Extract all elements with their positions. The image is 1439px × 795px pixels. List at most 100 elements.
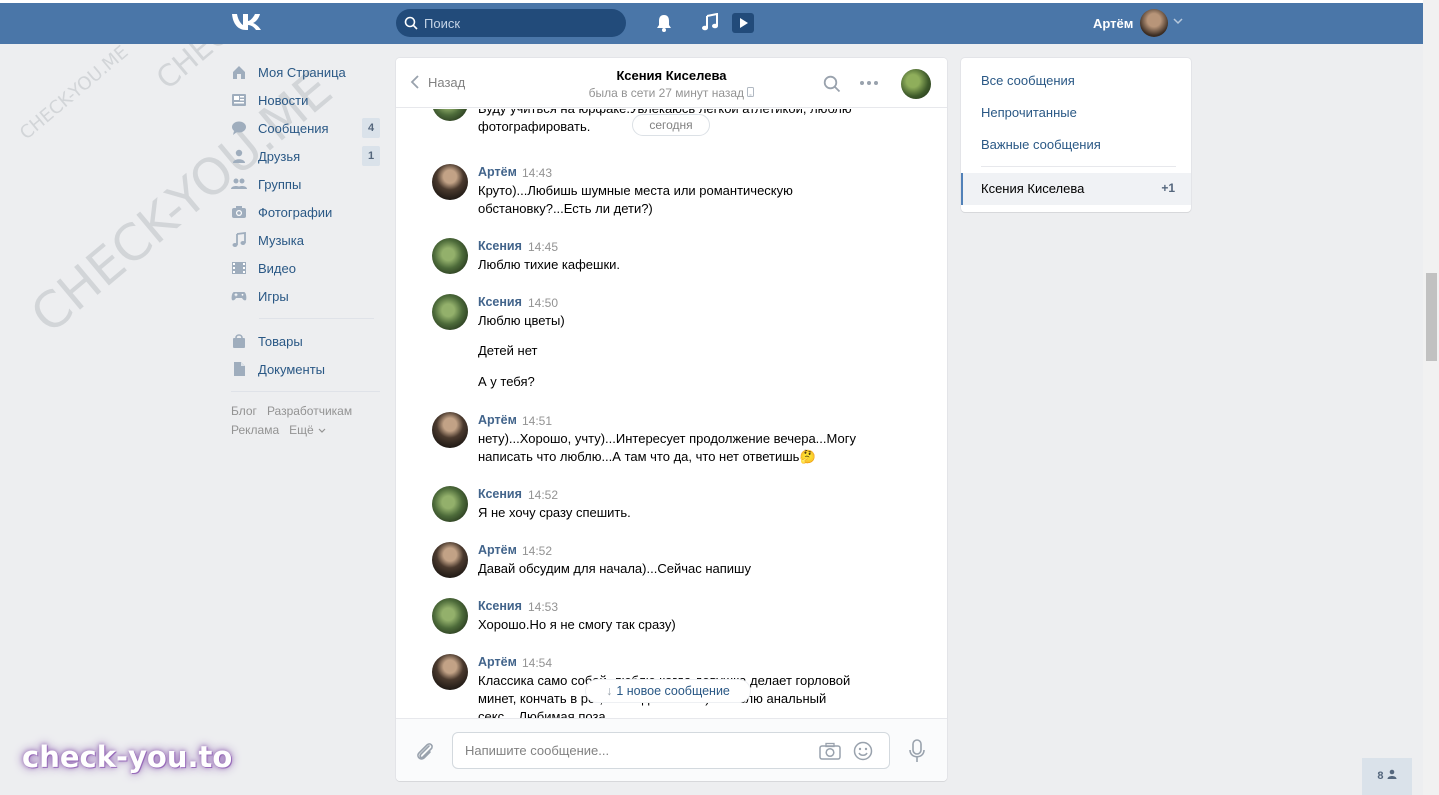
brand-watermark: check-you.to <box>22 740 233 774</box>
sidebar-item-photos[interactable]: Фотографии <box>229 198 384 226</box>
message-author[interactable]: Ксения <box>478 487 522 501</box>
online-count: 8 <box>1377 770 1384 782</box>
messages-count-badge[interactable]: 4 <box>362 118 380 138</box>
sidebar-item-label: Музыка <box>258 232 304 248</box>
avatar[interactable] <box>432 238 468 274</box>
filter-unread[interactable]: Непрочитанные <box>981 105 1077 120</box>
paperclip-icon[interactable] <box>415 740 435 762</box>
message-time[interactable]: 14:43 <box>522 166 552 180</box>
new-messages-label: 1 новое сообщение <box>616 684 730 698</box>
sidebar-item-label: Документы <box>258 361 326 377</box>
play-icon[interactable] <box>731 12 755 34</box>
sidebar-item-documents[interactable]: Документы <box>229 355 384 383</box>
menu-divider <box>259 318 374 319</box>
microphone-icon[interactable] <box>908 739 926 763</box>
message-author[interactable]: Артём <box>478 655 517 669</box>
sidebar-item-label: Фотографии <box>258 204 333 220</box>
vk-logo[interactable] <box>231 11 265 33</box>
friends-icon <box>233 149 245 163</box>
chat-panel: Назад Ксения Киселева была в сети 27 мин… <box>396 58 947 781</box>
peer-status-text: была в сети 27 минут назад <box>588 86 745 100</box>
sidebar-item-music[interactable]: Музыка <box>229 226 384 254</box>
filter-important[interactable]: Важные сообщения <box>981 137 1101 152</box>
search-icon[interactable] <box>823 75 841 93</box>
online-friends-button[interactable]: 8 <box>1362 758 1412 795</box>
sidebar-item-groups[interactable]: Группы <box>229 170 384 198</box>
menu-divider <box>231 391 380 392</box>
smile-icon[interactable] <box>853 741 873 761</box>
scrollbar-thumb[interactable] <box>1426 273 1437 361</box>
avatar[interactable] <box>432 654 468 690</box>
message-text: Детей нет <box>478 343 538 358</box>
sidebar-item-video[interactable]: Видео <box>229 254 384 282</box>
message-time[interactable]: 14:50 <box>528 296 558 310</box>
message-text: Хорошо.Но я не смогу так сразу) <box>478 617 676 632</box>
footer-link-blog[interactable]: Блог <box>231 404 257 418</box>
camera-icon[interactable] <box>819 742 841 760</box>
avatar[interactable] <box>432 598 468 634</box>
bell-icon[interactable] <box>655 13 673 33</box>
sidebar-item-label: Товары <box>258 333 303 349</box>
message-time[interactable]: 14:52 <box>528 488 558 502</box>
message-author[interactable]: Артём <box>478 413 517 427</box>
message-time[interactable]: 14:54 <box>522 656 552 670</box>
message-time[interactable]: 14:51 <box>522 414 552 428</box>
new-messages-button[interactable]: ↓ 1 новое сообщение <box>586 680 750 702</box>
friends-count-badge[interactable]: 1 <box>362 146 380 166</box>
message-author[interactable]: Артём <box>478 543 517 557</box>
message-input-box[interactable] <box>452 732 890 769</box>
user-avatar[interactable] <box>1140 9 1168 37</box>
message-text: Люблю цветы) <box>478 313 565 328</box>
gamepad-icon <box>231 292 247 301</box>
message-list[interactable]: Буду учиться на юрфаке.Увлекаюсь легкой … <box>396 109 947 718</box>
peer-avatar[interactable] <box>901 69 931 99</box>
message-time[interactable]: 14:52 <box>522 544 552 558</box>
search-box[interactable] <box>396 9 626 37</box>
user-name[interactable]: Артём <box>1093 16 1133 31</box>
sidebar-item-friends[interactable]: Друзья 1 <box>229 142 384 170</box>
sidebar-item-my-page[interactable]: Моя Страница <box>229 58 384 86</box>
footer-more-label: Ещё <box>289 423 314 437</box>
message-author[interactable]: Ксения <box>478 295 522 309</box>
sidebar-item-label: Новости <box>258 92 309 108</box>
home-icon <box>233 66 245 79</box>
avatar[interactable] <box>432 109 468 121</box>
chevron-down-icon[interactable] <box>1173 17 1183 25</box>
avatar[interactable] <box>432 164 468 200</box>
camera-icon <box>232 206 246 218</box>
message-author[interactable]: Ксения <box>478 239 522 253</box>
search-input[interactable] <box>424 9 619 37</box>
message-author[interactable]: Артём <box>478 165 517 179</box>
filter-all-messages[interactable]: Все сообщения <box>981 73 1075 88</box>
conversation-name: Ксения Киселева <box>981 181 1085 196</box>
page-scrollbar[interactable] <box>1423 0 1439 795</box>
footer-links: Блог Разработчикам Реклама Ещё <box>229 402 384 440</box>
music-note-icon[interactable] <box>701 13 719 33</box>
message-input[interactable] <box>465 733 805 768</box>
sidebar-item-label: Сообщения <box>258 120 329 136</box>
sidebar-item-messages[interactable]: Сообщения 4 <box>229 114 384 142</box>
avatar[interactable] <box>432 294 468 330</box>
avatar[interactable] <box>432 412 468 448</box>
message-time[interactable]: 14:45 <box>528 240 558 254</box>
footer-link-more[interactable]: Ещё <box>289 423 326 437</box>
day-divider: сегодня <box>632 114 710 136</box>
sidebar-item-news[interactable]: Новости <box>229 86 384 114</box>
sidebar-item-label: Игры <box>258 288 289 304</box>
message-time[interactable]: 14:53 <box>528 600 558 614</box>
avatar[interactable] <box>432 542 468 578</box>
chat-header: Назад Ксения Киселева была в сети 27 мин… <box>396 58 947 108</box>
sidebar-item-games[interactable]: Игры <box>229 282 384 310</box>
footer-link-developers[interactable]: Разработчикам <box>267 404 352 418</box>
sidebar-item-label: Видео <box>258 260 296 276</box>
active-conversation-item[interactable]: Ксения Киселева +1 <box>961 173 1191 205</box>
more-actions-icon[interactable] <box>859 76 879 90</box>
message-text: А у тебя? <box>478 374 535 389</box>
sidebar-item-label: Моя Страница <box>258 64 346 80</box>
sidebar-item-goods[interactable]: Товары <box>229 327 384 355</box>
video-icon <box>232 262 246 274</box>
document-icon <box>234 362 245 376</box>
avatar[interactable] <box>432 486 468 522</box>
footer-link-ads[interactable]: Реклама <box>231 423 279 437</box>
message-author[interactable]: Ксения <box>478 599 522 613</box>
